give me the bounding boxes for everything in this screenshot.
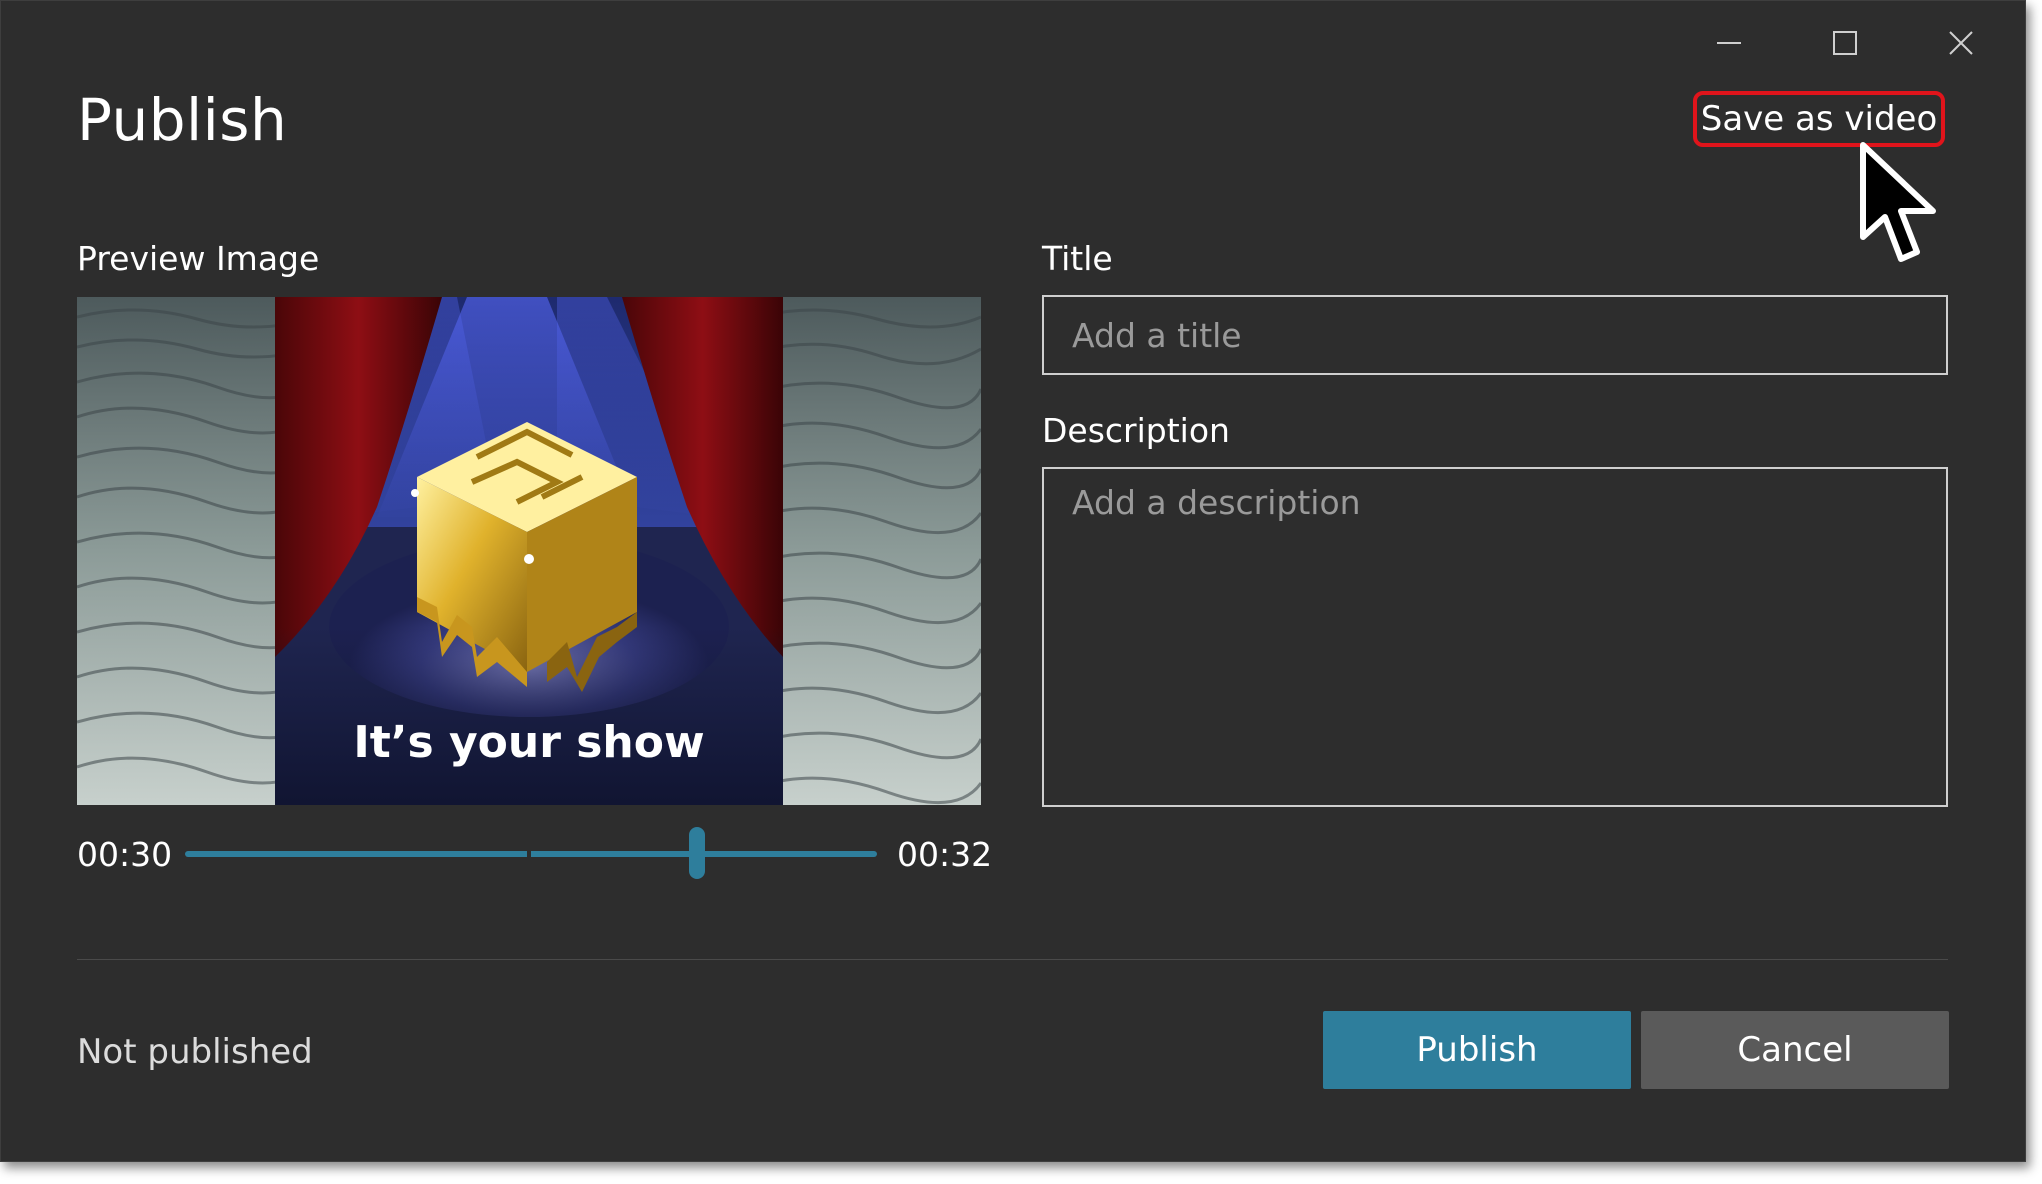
description-input[interactable] xyxy=(1042,467,1948,807)
minimize-icon xyxy=(1717,42,1741,44)
save-as-video-button[interactable]: Save as video xyxy=(1693,91,1945,147)
publish-status: Not published xyxy=(77,1032,313,1072)
maximize-button[interactable] xyxy=(1815,21,1875,65)
timeline-slider-track[interactable] xyxy=(185,851,877,857)
preview-image: It’s your show xyxy=(77,297,981,805)
minimize-button[interactable] xyxy=(1699,21,1759,65)
close-button[interactable] xyxy=(1931,21,1991,65)
footer-divider xyxy=(77,959,1948,960)
timeline-slider-thumb[interactable] xyxy=(689,827,706,879)
timeline-slider-tick xyxy=(527,849,531,859)
close-icon xyxy=(1949,31,1973,55)
publish-dialog: Publish Save as video Preview Image It’s… xyxy=(0,0,2026,1162)
preview-overlay-text: It’s your show xyxy=(353,717,704,768)
slider-start-time: 00:30 xyxy=(77,835,173,874)
publish-button[interactable]: Publish xyxy=(1323,1011,1631,1089)
preview-image-label: Preview Image xyxy=(77,239,320,278)
maximize-icon xyxy=(1833,31,1857,55)
cancel-button[interactable]: Cancel xyxy=(1641,1011,1949,1089)
title-label: Title xyxy=(1042,239,1113,278)
dialog-title: Publish xyxy=(77,86,288,154)
title-input[interactable] xyxy=(1042,295,1948,375)
slider-end-time: 00:32 xyxy=(897,835,993,874)
mouse-cursor-icon xyxy=(1860,142,1936,262)
description-label: Description xyxy=(1042,411,1230,450)
